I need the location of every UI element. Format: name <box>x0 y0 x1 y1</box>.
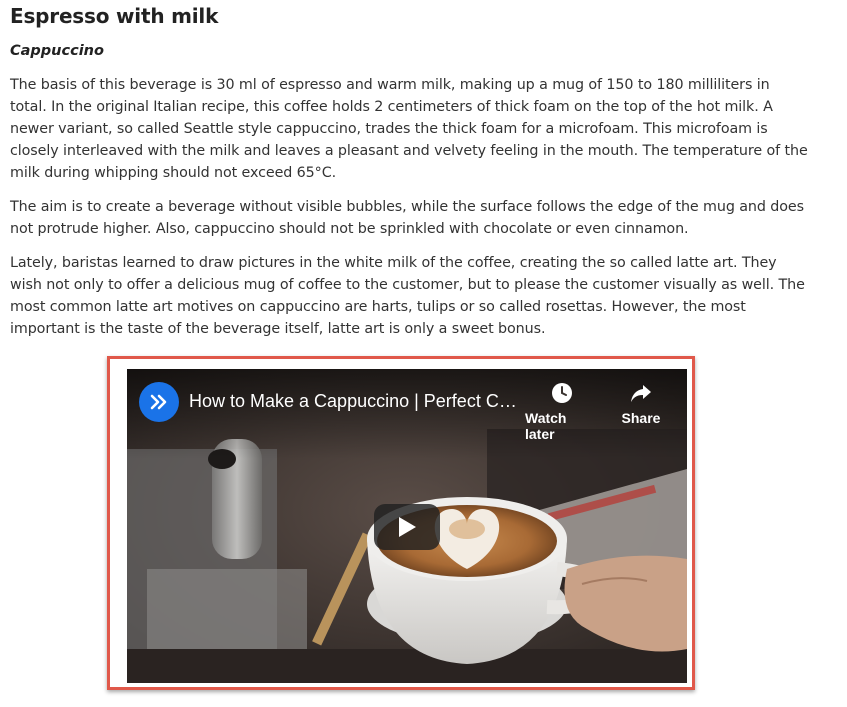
share-button[interactable]: Share <box>614 381 668 426</box>
title-bar-gradient <box>127 369 687 459</box>
channel-avatar[interactable] <box>139 382 179 422</box>
play-icon <box>399 517 416 537</box>
double-chevron-right-icon <box>150 394 167 410</box>
watch-later-button[interactable]: Watch later <box>525 381 599 442</box>
watch-later-label: Watch later <box>525 410 567 442</box>
video-player[interactable]: How to Make a Cappuccino | Perfect Coffe… <box>127 369 687 683</box>
share-label: Share <box>621 410 661 426</box>
video-title-link[interactable]: How to Make a Cappuccino | Perfect Coffe… <box>189 390 519 412</box>
paragraph-2: The aim is to create a beverage without … <box>10 199 804 237</box>
article: Espresso with milk Cappuccino The basis … <box>10 0 810 340</box>
page-title: Espresso with milk <box>10 4 219 28</box>
video-highlight-frame: How to Make a Cappuccino | Perfect Coffe… <box>107 356 695 690</box>
paragraph-3: Lately, baristas learned to draw picture… <box>10 255 805 337</box>
play-button[interactable] <box>374 504 440 550</box>
paragraph-1: The basis of this beverage is 30 ml of e… <box>10 77 808 181</box>
clock-icon <box>552 383 572 403</box>
section-subtitle: Cappuccino <box>10 43 104 59</box>
share-arrow-icon <box>631 385 651 402</box>
